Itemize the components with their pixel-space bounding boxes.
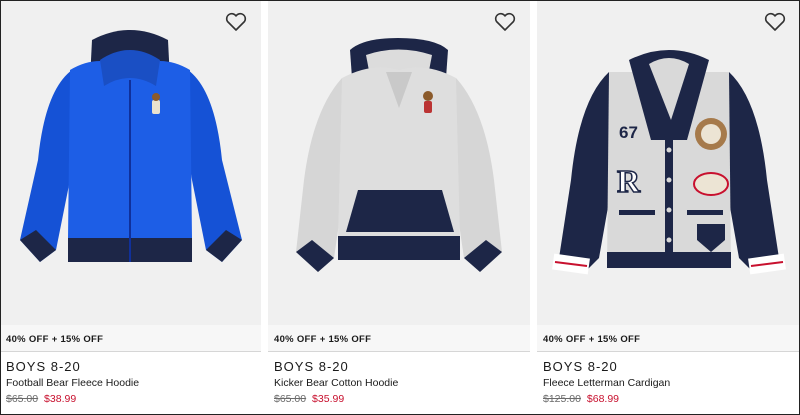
price-group: $65.00 $35.99 <box>274 393 344 405</box>
number-patch: 67 <box>619 123 638 142</box>
heart-outline-icon[interactable] <box>494 12 516 32</box>
product-category: BOYS 8-20 <box>6 359 81 374</box>
promo-label: 40% OFF + 15% OFF <box>0 325 261 352</box>
product-card[interactable]: 40% OFF + 15% OFF BOYS 8-20 Football Bea… <box>0 0 261 415</box>
original-price: $65.00 <box>6 393 39 405</box>
product-name-link[interactable]: Kicker Bear Cotton Hoodie <box>274 377 398 389</box>
product-category: BOYS 8-20 <box>274 359 349 374</box>
sale-price: $68.99 <box>586 393 620 405</box>
original-price: $125.00 <box>543 393 581 405</box>
letterman-cardigan-image: 67 R <box>552 50 786 275</box>
heart-outline-icon[interactable] <box>225 12 247 32</box>
product-grid: 40% OFF + 15% OFF BOYS 8-20 Football Bea… <box>0 0 800 415</box>
product-category: BOYS 8-20 <box>543 359 618 374</box>
sale-price: $38.99 <box>44 393 77 405</box>
product-image[interactable] <box>0 0 261 325</box>
product-card[interactable]: 67 R 40% OFF + 15% OFF BOYS 8-20 Fleece … <box>537 0 800 415</box>
promo-label: 40% OFF + 15% OFF <box>268 325 530 352</box>
promo-label: 40% OFF + 15% OFF <box>537 325 800 352</box>
product-image[interactable]: 67 R <box>537 0 800 325</box>
blue-zip-hoodie-image <box>20 30 242 262</box>
price-group: $65.00 $38.99 <box>6 393 76 405</box>
sale-price: $35.99 <box>312 393 345 405</box>
heart-outline-icon[interactable] <box>764 12 786 32</box>
product-name-link[interactable]: Fleece Letterman Cardigan <box>543 377 670 389</box>
price-group: $125.00 $68.99 <box>543 393 619 405</box>
grey-pullover-hoodie-image <box>296 38 502 272</box>
letter-patch: R <box>617 163 641 199</box>
product-image[interactable] <box>268 0 530 325</box>
product-name-link[interactable]: Football Bear Fleece Hoodie <box>6 377 139 389</box>
product-card[interactable]: 40% OFF + 15% OFF BOYS 8-20 Kicker Bear … <box>268 0 530 415</box>
original-price: $65.00 <box>274 393 307 405</box>
